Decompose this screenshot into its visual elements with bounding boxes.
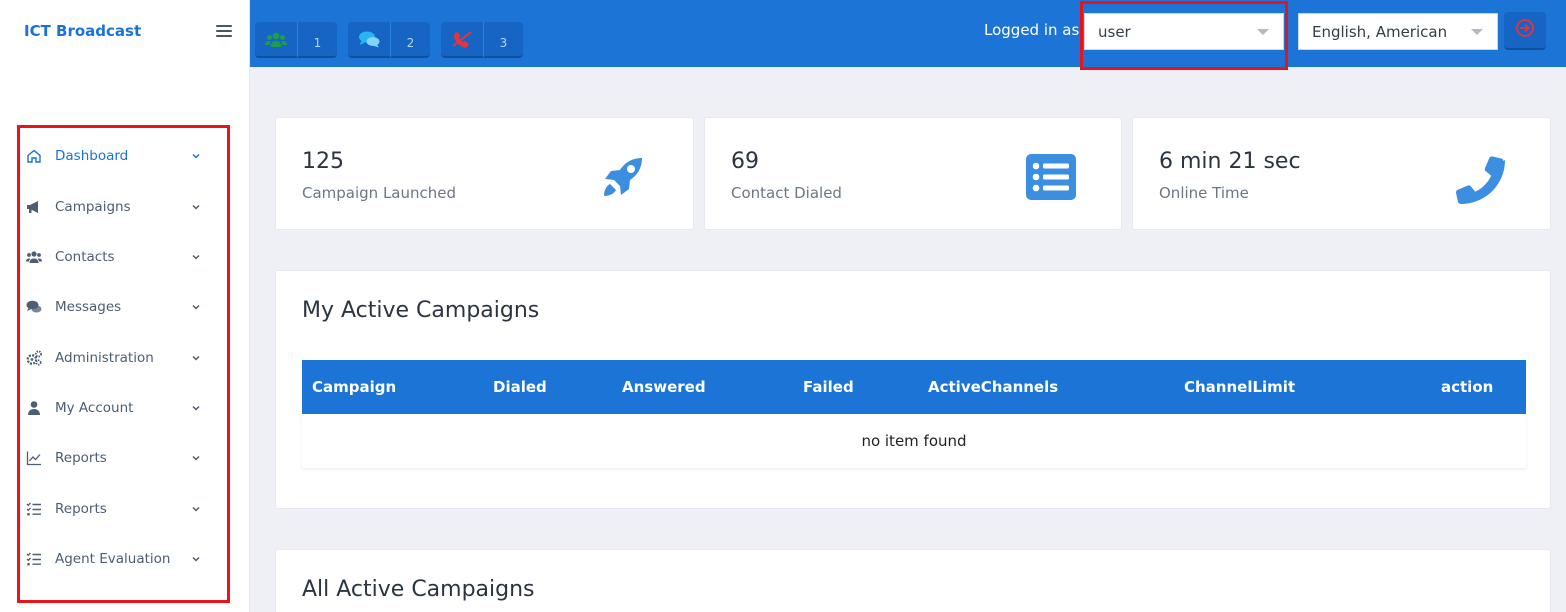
stat-card-campaigns: 125 Campaign Launched <box>275 117 694 230</box>
chat-icon <box>348 22 390 58</box>
chart-line-icon <box>25 449 43 467</box>
users-icon <box>25 248 43 266</box>
chevron-down-icon <box>191 453 201 463</box>
sidebar-item-dashboard[interactable]: Dashboard <box>25 143 205 169</box>
sidebar-item-contacts[interactable]: Contacts <box>25 244 205 270</box>
sidebar-item-label: My Account <box>55 400 134 416</box>
chevron-down-icon <box>191 252 201 262</box>
sidebar-item-reports-2[interactable]: Reports <box>25 496 205 522</box>
stat-label: Contact Dialed <box>731 184 842 202</box>
empty-state-text: no item found <box>861 432 967 450</box>
column-header-channel-limit[interactable]: ChannelLimit <box>1184 378 1295 396</box>
logout-button[interactable] <box>1504 12 1546 50</box>
column-header-action[interactable]: action <box>1441 378 1493 396</box>
panel-title: All Active Campaigns <box>302 577 535 602</box>
sidebar-item-reports[interactable]: Reports <box>25 445 205 471</box>
user-select[interactable]: user <box>1084 13 1284 50</box>
sidebar-item-label: Campaigns <box>55 199 131 215</box>
chevron-down-icon <box>191 302 201 312</box>
user-icon <box>25 399 43 417</box>
sidebar-item-my-account[interactable]: My Account <box>25 395 205 421</box>
stat-label: Online Time <box>1159 184 1249 202</box>
home-icon <box>25 147 43 165</box>
sidebar-item-label: Reports <box>55 450 107 466</box>
sidebar-item-administration[interactable]: Administration <box>25 345 205 371</box>
agents-online-button[interactable]: 1 <box>255 22 337 58</box>
count-badge: 1 <box>297 22 337 58</box>
campaigns-table: Campaign Dialed Answered Failed ActiveCh… <box>302 360 1526 468</box>
table-header: Campaign Dialed Answered Failed ActiveCh… <box>302 360 1526 414</box>
stat-card-contacts: 69 Contact Dialed <box>704 117 1122 230</box>
chevron-down-icon <box>191 202 201 212</box>
menu-toggle-icon[interactable] <box>216 24 232 38</box>
sidebar-item-campaigns[interactable]: Campaigns <box>25 194 205 220</box>
sidebar-item-label: Contacts <box>55 249 115 265</box>
column-header-answered[interactable]: Answered <box>622 378 706 396</box>
chevron-down-icon <box>191 403 201 413</box>
sign-out-icon <box>1515 18 1535 42</box>
language-select-value: English, American <box>1312 22 1448 41</box>
sidebar-item-label: Messages <box>55 299 122 315</box>
stat-value: 125 <box>302 149 344 174</box>
caret-down-icon <box>1257 28 1269 35</box>
column-header-failed[interactable]: Failed <box>803 378 854 396</box>
sidebar-item-agent-evaluation[interactable]: Agent Evaluation <box>25 546 205 572</box>
messages-button[interactable]: 2 <box>348 22 430 58</box>
count-badge: 2 <box>390 22 430 58</box>
language-select[interactable]: English, American <box>1298 13 1498 50</box>
sidebar: ICT Broadcast Dashboard Campaigns Contac… <box>0 0 250 612</box>
megaphone-icon <box>25 198 43 216</box>
rocket-icon <box>596 150 652 206</box>
all-active-campaigns-panel: All Active Campaigns <box>275 549 1551 612</box>
caret-down-icon <box>1471 28 1483 35</box>
checklist-icon <box>25 550 43 568</box>
sidebar-item-messages[interactable]: Messages <box>25 294 205 320</box>
stat-value: 69 <box>731 149 759 174</box>
sidebar-item-label: Reports <box>55 501 107 517</box>
logged-in-label: Logged in as : <box>984 21 1090 39</box>
missed-calls-button[interactable]: 3 <box>441 22 523 58</box>
sidebar-item-label: Dashboard <box>55 148 129 164</box>
phone-slash-icon <box>441 22 483 58</box>
chevron-down-icon <box>191 151 201 161</box>
chevron-down-icon <box>191 504 201 514</box>
stat-label: Campaign Launched <box>302 184 457 202</box>
chat-icon <box>25 298 43 316</box>
stat-value: 6 min 21 sec <box>1159 149 1301 174</box>
checklist-icon <box>25 500 43 518</box>
chevron-down-icon <box>191 353 201 363</box>
column-header-campaign[interactable]: Campaign <box>312 378 396 396</box>
sidebar-item-label: Agent Evaluation <box>55 551 171 567</box>
phone-icon <box>1453 150 1509 206</box>
my-active-campaigns-panel: My Active Campaigns Campaign Dialed Answ… <box>275 270 1551 509</box>
sidebar-item-label: Administration <box>55 350 154 366</box>
chevron-down-icon <box>191 554 201 564</box>
gears-icon <box>25 349 43 367</box>
column-header-dialed[interactable]: Dialed <box>493 378 547 396</box>
list-icon <box>1023 150 1079 206</box>
stat-card-online-time: 6 min 21 sec Online Time <box>1132 117 1551 230</box>
user-select-value: user <box>1098 22 1131 41</box>
brand-logo[interactable]: ICT Broadcast <box>24 22 141 40</box>
column-header-active-channels[interactable]: ActiveChannels <box>928 378 1058 396</box>
table-body: no item found <box>302 414 1526 468</box>
count-badge: 3 <box>483 22 523 58</box>
users-icon <box>255 22 297 58</box>
panel-title: My Active Campaigns <box>302 298 540 323</box>
